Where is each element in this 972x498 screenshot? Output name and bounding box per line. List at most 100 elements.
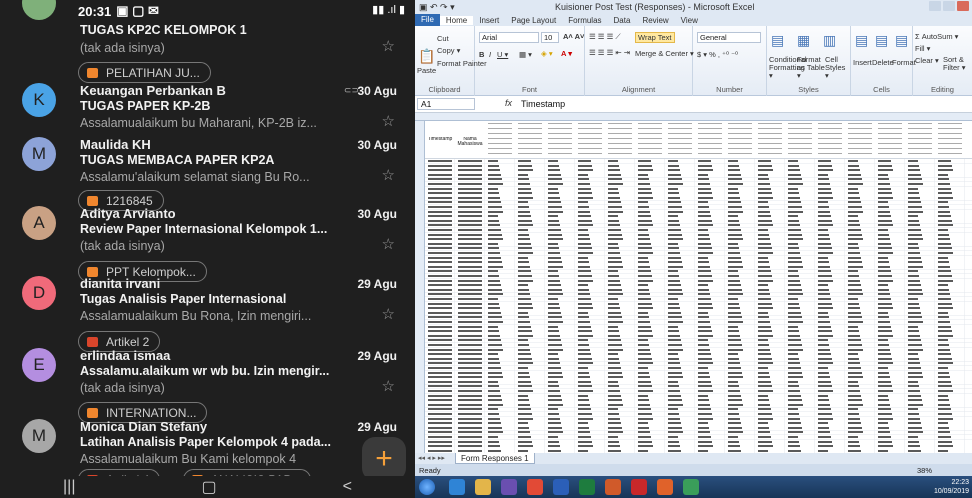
header-cell[interactable]	[938, 123, 962, 155]
tab-file[interactable]: File	[415, 14, 440, 26]
table-row[interactable]	[425, 269, 972, 273]
table-row[interactable]	[425, 242, 972, 246]
insert-cells-icon[interactable]: ▤	[855, 32, 868, 49]
table-row[interactable]	[425, 394, 972, 398]
align-top-icon[interactable]: ☰ ☰ ☰ ⟋	[589, 32, 621, 42]
mail-item[interactable]: E erlindaa ismaa 29 Agu Assalamu.alaikum…	[0, 348, 415, 423]
bold-button[interactable]: B	[479, 50, 484, 59]
table-row[interactable]	[425, 210, 972, 214]
table-row[interactable]	[425, 200, 972, 204]
tab-insert[interactable]: Insert	[473, 16, 505, 25]
name-box[interactable]: A1	[417, 98, 475, 110]
close-button[interactable]	[957, 1, 969, 11]
copy-button[interactable]: Copy ▾	[437, 46, 460, 55]
table-row[interactable]	[425, 297, 972, 301]
table-row[interactable]	[425, 251, 972, 255]
pdf-reader-icon[interactable]	[631, 479, 647, 495]
table-row[interactable]	[425, 343, 972, 347]
star-icon[interactable]: ☆	[382, 305, 395, 323]
word-icon[interactable]	[553, 479, 569, 495]
table-row[interactable]	[425, 375, 972, 379]
underline-button[interactable]: U ▾	[497, 50, 508, 59]
header-cell[interactable]	[638, 123, 662, 155]
header-row[interactable]: Timestamp Nama Mahasiswa	[425, 121, 972, 159]
table-row[interactable]	[425, 320, 972, 324]
mail-item[interactable]: A Aditya Arvianto 30 Agu Review Paper In…	[0, 206, 415, 282]
sort-filter-button[interactable]: Sort & Filter ▾	[943, 56, 971, 72]
table-row[interactable]	[425, 403, 972, 407]
cell-styles-button[interactable]: Cell Styles ▾	[825, 56, 850, 80]
cell-styles-icon[interactable]: ▥	[823, 32, 836, 49]
table-row[interactable]	[425, 173, 972, 177]
excel-taskbar-icon[interactable]	[579, 479, 595, 495]
table-row[interactable]	[425, 398, 972, 402]
table-row[interactable]	[425, 329, 972, 333]
compose-button[interactable]: +	[362, 437, 406, 481]
table-row[interactable]	[425, 440, 972, 444]
fx-icon[interactable]: fx	[505, 98, 512, 108]
table-row[interactable]	[425, 288, 972, 292]
table-row[interactable]	[425, 228, 972, 232]
star-icon[interactable]: ☆	[382, 112, 395, 130]
attachment-chip[interactable]: PELATIHAN JU...	[78, 62, 211, 83]
chrome-icon[interactable]	[527, 479, 543, 495]
table-row[interactable]	[425, 205, 972, 209]
delete-button[interactable]: Delete	[872, 58, 894, 67]
minimize-button[interactable]	[929, 1, 941, 11]
table-row[interactable]	[425, 256, 972, 260]
table-row[interactable]	[425, 237, 972, 241]
star-icon[interactable]: ☆	[382, 166, 395, 184]
number-format-select[interactable]: General	[697, 32, 761, 43]
header-cell[interactable]	[578, 123, 602, 155]
ie-icon[interactable]	[449, 479, 465, 495]
header-cell-timestamp[interactable]: Timestamp	[427, 137, 453, 142]
table-row[interactable]	[425, 366, 972, 370]
merge-center-button[interactable]: Merge & Center ▾	[635, 49, 694, 58]
header-cell[interactable]	[908, 123, 932, 155]
table-row[interactable]	[425, 371, 972, 375]
table-row[interactable]	[425, 274, 972, 278]
header-cell[interactable]	[728, 123, 752, 155]
table-row[interactable]	[425, 164, 972, 168]
back-button[interactable]: <	[343, 478, 352, 496]
table-row[interactable]	[425, 223, 972, 227]
header-cell[interactable]	[848, 123, 872, 155]
start-button[interactable]	[419, 479, 435, 495]
mail-item[interactable]: M Monica Dian Stefany 29 Agu Latihan Ana…	[0, 419, 415, 490]
table-row[interactable]	[425, 233, 972, 237]
sheet-tab-form-responses[interactable]: Form Responses 1	[455, 453, 535, 464]
table-row[interactable]	[425, 292, 972, 296]
star-icon[interactable]: ☆	[382, 37, 395, 55]
table-row[interactable]	[425, 311, 972, 315]
conditional-formatting-icon[interactable]: ▤	[771, 32, 784, 49]
header-cell[interactable]	[668, 123, 692, 155]
wrap-text-button[interactable]: Wrap Text	[635, 32, 675, 43]
format-table-icon[interactable]: ▦	[797, 32, 810, 49]
table-row[interactable]	[425, 219, 972, 223]
cut-button[interactable]: Cut	[437, 34, 449, 43]
align-left-icon[interactable]: ☰ ☰ ☰ ⇤ ⇥	[589, 48, 630, 57]
table-row[interactable]	[425, 279, 972, 283]
table-row[interactable]	[425, 187, 972, 191]
fill-color-icon[interactable]: ◈ ▾	[541, 49, 553, 58]
maximize-button[interactable]	[943, 1, 955, 11]
format-cells-icon[interactable]: ▤	[895, 32, 908, 49]
tab-home[interactable]: Home	[439, 15, 474, 25]
italic-button[interactable]: I	[489, 50, 491, 59]
conditional-formatting-button[interactable]: Conditional Formatting ▾	[769, 56, 807, 80]
table-row[interactable]	[425, 191, 972, 195]
header-cell[interactable]	[818, 123, 842, 155]
star-icon[interactable]: ☆	[382, 377, 395, 395]
font-name-select[interactable]: Arial	[479, 32, 539, 43]
tab-formulas[interactable]: Formulas	[562, 16, 607, 25]
format-as-table-button[interactable]: Format as Table ▾	[797, 56, 825, 80]
app-icon[interactable]	[683, 479, 699, 495]
paste-button[interactable]: Paste	[417, 66, 436, 75]
mail-item[interactable]: D dianita irvani 29 Agu Tugas Analisis P…	[0, 276, 415, 352]
table-row[interactable]	[425, 168, 972, 172]
table-row[interactable]	[425, 426, 972, 430]
table-row[interactable]	[425, 315, 972, 319]
media-icon[interactable]	[501, 479, 517, 495]
system-clock[interactable]: 22:23 10/09/2019	[934, 478, 969, 496]
mail-item[interactable]: M Maulida KH 30 Agu TUGAS MEMBACA PAPER …	[0, 137, 415, 211]
